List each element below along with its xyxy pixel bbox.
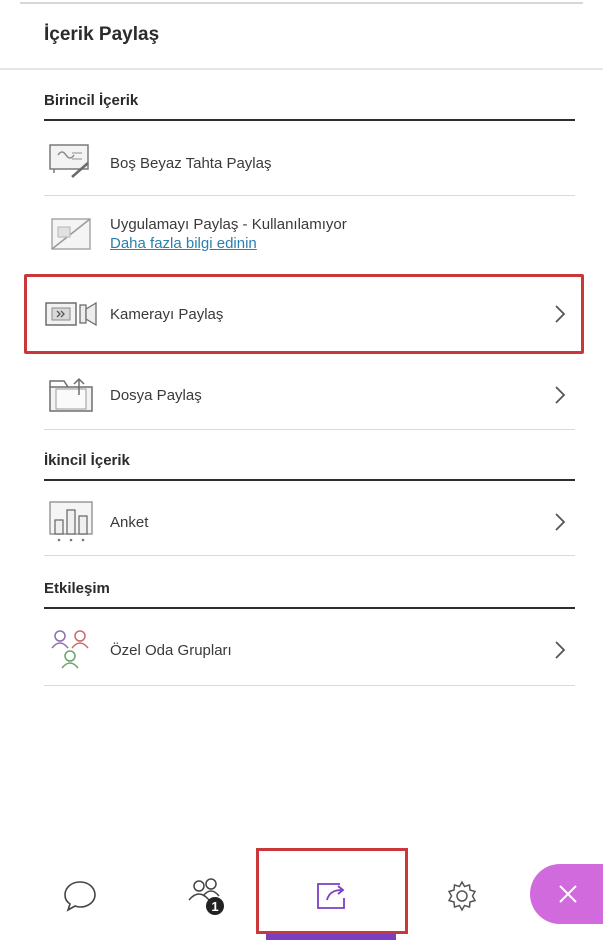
whiteboard-icon xyxy=(44,141,100,185)
breakout-groups-item[interactable]: Özel Oda Grupları xyxy=(44,614,575,686)
attendees-icon: 1 xyxy=(188,878,224,915)
row-divider xyxy=(44,429,575,430)
poll-item[interactable]: Anket xyxy=(44,488,575,556)
chat-icon xyxy=(64,881,96,912)
chevron-right-icon xyxy=(555,513,566,531)
close-icon xyxy=(559,885,577,903)
section-secondary-underline xyxy=(44,479,575,481)
poll-icon xyxy=(44,500,100,544)
share-content-icon xyxy=(317,883,345,909)
breakout-groups-icon xyxy=(44,628,100,672)
app-share-icon xyxy=(44,212,100,256)
share-content-tab[interactable] xyxy=(302,866,362,926)
poll-label: Anket xyxy=(110,513,149,531)
section-interaction-title: Etkileşim xyxy=(44,580,110,597)
breakout-groups-label: Özel Oda Grupları xyxy=(110,641,232,659)
section-primary-title: Birincil İçerik xyxy=(44,92,139,109)
top-divider xyxy=(20,2,583,4)
share-application-label: Uygulamayı Paylaş - Kullanılamıyor xyxy=(110,216,347,233)
gear-icon xyxy=(447,880,477,912)
section-interaction: Etkileşim xyxy=(44,580,575,609)
row-divider xyxy=(44,685,575,686)
chat-tab[interactable] xyxy=(50,866,110,926)
learn-more-link[interactable]: Daha fazla bilgi edinin xyxy=(110,235,347,252)
share-file-label: Dosya Paylaş xyxy=(110,386,202,404)
attendees-tab[interactable]: 1 xyxy=(176,866,236,926)
row-divider xyxy=(44,555,575,556)
share-whiteboard-item[interactable]: Boş Beyaz Tahta Paylaş xyxy=(44,130,575,196)
camera-highlight-box xyxy=(24,274,584,354)
close-button[interactable] xyxy=(530,864,603,924)
settings-tab[interactable] xyxy=(432,866,492,926)
bottom-navigation: 1 xyxy=(0,848,603,941)
row-divider xyxy=(44,195,575,196)
chevron-right-icon xyxy=(555,386,566,404)
share-application-item: Uygulamayı Paylaş - Kullanılamıyor Daha … xyxy=(44,198,575,270)
share-file-item[interactable]: Dosya Paylaş xyxy=(44,360,575,430)
chevron-right-icon xyxy=(555,641,566,659)
section-secondary-title: İkincil İçerik xyxy=(44,452,130,469)
section-primary-underline xyxy=(44,119,575,121)
share-whiteboard-label: Boş Beyaz Tahta Paylaş xyxy=(110,154,272,172)
title-divider xyxy=(0,68,603,70)
section-secondary: İkincil İçerik xyxy=(44,452,575,481)
panel-title: İçerik Paylaş xyxy=(44,24,160,45)
folder-icon xyxy=(44,373,100,417)
section-interaction-underline xyxy=(44,607,575,609)
attendees-badge: 1 xyxy=(211,899,218,914)
active-tab-indicator xyxy=(266,934,396,940)
section-primary: Birincil İçerik xyxy=(44,92,575,121)
